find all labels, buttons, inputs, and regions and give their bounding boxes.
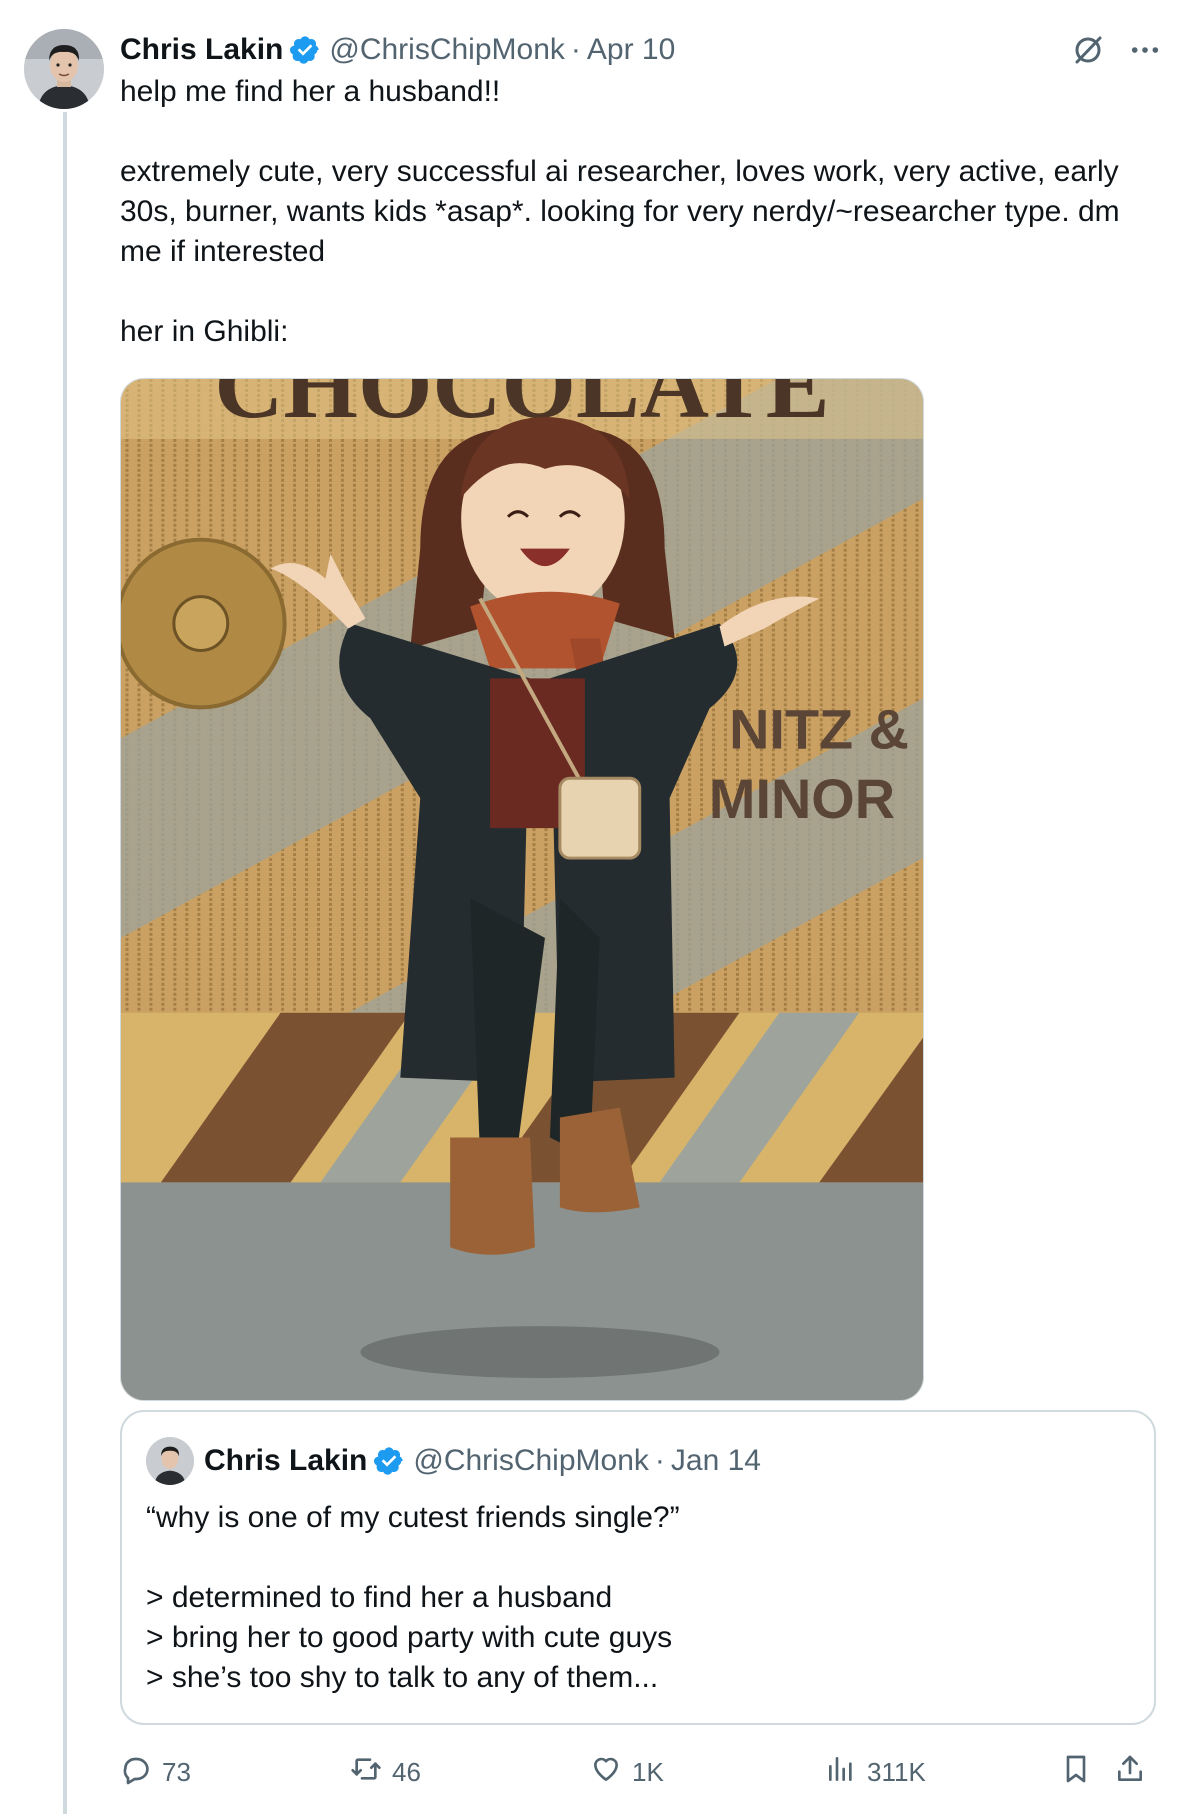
repost-icon [350,1753,382,1792]
tweet-line-gap [120,272,1160,312]
separator-dot: · [570,33,581,66]
tweet-line: extremely cute, very successful ai resea… [120,155,1119,188]
like-button[interactable]: 1K [590,1752,664,1792]
views-button[interactable]: 311K [825,1752,926,1792]
tweet-line: help me find her a husband!! [120,75,501,108]
quote-avatar[interactable] [146,1437,194,1485]
repost-count: 46 [392,1756,421,1787]
author-handle[interactable]: @ChrisChipMonk [329,28,565,72]
action-bar: 73 46 1K 311K [120,1752,1160,1792]
share-icon [1114,1753,1146,1792]
share-button[interactable] [1114,1752,1146,1792]
tweet-line-gap [120,112,1160,152]
heart-icon [590,1753,622,1792]
quote-header: Chris Lakin @ChrisChipMonk · Jan 14 [146,1437,761,1485]
verified-badge-icon [373,1445,405,1477]
quote-line: “why is one of my cutest friends single?… [146,1501,680,1534]
tweet-date[interactable]: Apr 10 [587,28,675,72]
tweet-line: me if interested [120,235,326,268]
like-count: 1K [632,1756,664,1787]
quote-line: > determined to find her a husband [146,1581,613,1614]
views-count: 311K [867,1756,926,1787]
quote-line: > she’s too shy to talk to any of them..… [146,1661,659,1694]
tweet-line: 30s, burner, wants kids *asap*. looking … [120,195,1120,228]
grok-icon[interactable] [1072,34,1104,66]
tweet-header: Chris Lakin @ChrisChipMonk · Apr 10 [120,28,1160,72]
separator-dot: · [654,1444,665,1477]
bookmark-icon [1060,1753,1092,1792]
quote-text: “why is one of my cutest friends single?… [146,1498,680,1698]
bookmark-button[interactable] [1060,1752,1092,1792]
avatar[interactable] [24,29,104,109]
author-name[interactable]: Chris Lakin [120,28,283,72]
thread-line [63,112,67,1814]
tweet-text: help me find her a husband!! extremely c… [120,72,1160,352]
quoted-tweet[interactable]: Chris Lakin @ChrisChipMonk · Jan 14 “why… [120,1410,1156,1725]
quote-line-gap [146,1538,680,1578]
reply-icon [120,1753,152,1792]
reply-button[interactable]: 73 [120,1752,191,1792]
reply-count: 73 [162,1756,191,1787]
views-icon [825,1753,857,1792]
more-icon[interactable] [1130,35,1160,65]
tweet-image[interactable]: CHOCOLATE NITZ & MINOR [120,378,924,1401]
quote-line: > bring her to good party with cute guys [146,1621,673,1654]
sign-right-line2: MINOR [709,767,895,830]
tweet-line: her in Ghibli: [120,315,289,348]
brass-disc [121,537,287,710]
verified-badge-icon [289,34,321,66]
quote-author-name[interactable]: Chris Lakin [204,1444,367,1478]
repost-button[interactable]: 46 [350,1752,421,1792]
sign-right-line1: NITZ & [729,697,909,760]
quote-author-handle[interactable]: @ChrisChipMonk [413,1444,649,1478]
quote-date[interactable]: Jan 14 [671,1444,761,1478]
